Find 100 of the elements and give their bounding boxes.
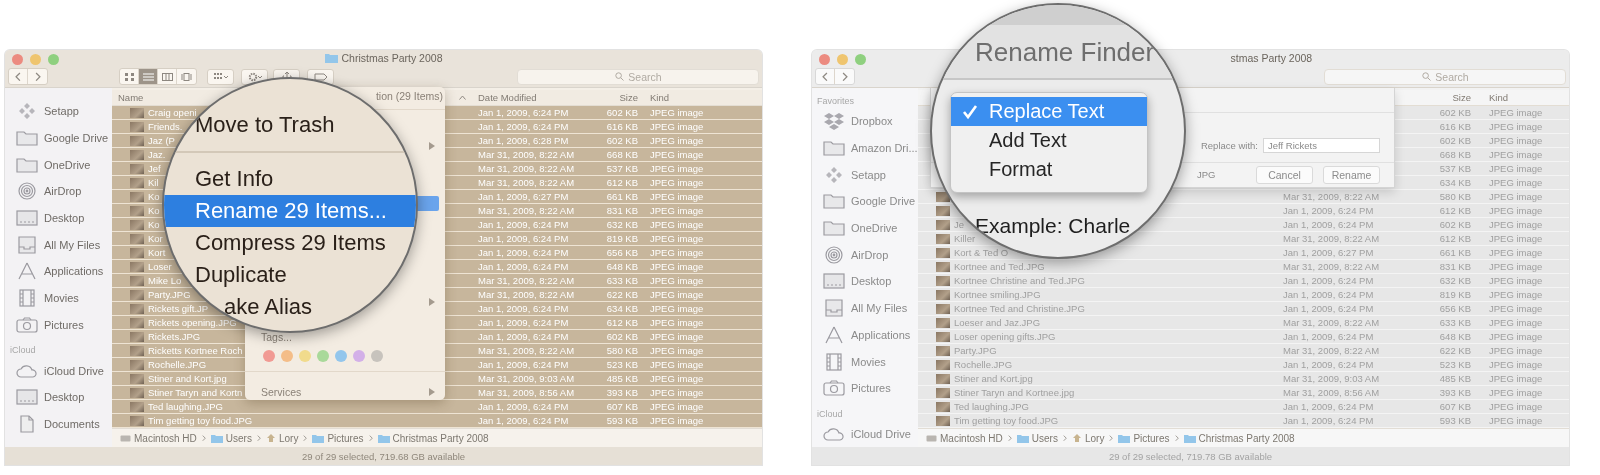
file-kind: JPEG image (1488, 303, 1543, 314)
file-name: Killer (954, 233, 976, 244)
date-modified: Mar 31, 2009, 8:22 AM (477, 289, 575, 300)
file-name: Loser opening gifts.JPG (954, 331, 1056, 342)
file-size: 668 KB (1439, 149, 1471, 160)
date-modified: Jan 1, 2009, 6:24 PM (477, 233, 569, 244)
date-modified: Jan 1, 2009, 6:24 PM (1282, 359, 1374, 370)
file-size: 648 KB (606, 261, 638, 272)
file-size: 537 KB (606, 163, 638, 174)
file-kind: JPEG image (649, 303, 704, 314)
file-size: 612 KB (1439, 205, 1471, 216)
file-name: Rickets.JPG (148, 331, 201, 342)
file-name: Ted laughing.JPG (148, 401, 223, 412)
file-kind: JPEG image (1488, 331, 1543, 342)
file-kind: JPEG image (1488, 415, 1543, 426)
file-size: 523 KB (606, 359, 638, 370)
file-size: 612 KB (1439, 233, 1471, 244)
date-modified: Mar 31, 2009, 8:22 AM (477, 149, 575, 160)
file-name: Stiner and Kort.jpg (954, 373, 1033, 384)
file-size: 602 KB (1439, 107, 1471, 118)
file-kind: JPEG image (649, 163, 704, 174)
file-kind: JPEG image (1488, 359, 1543, 370)
date-modified: Jan 1, 2009, 6:24 PM (477, 415, 569, 426)
file-kind: JPEG image (1488, 205, 1543, 216)
date-modified: Mar 31, 2009, 8:22 AM (477, 177, 575, 188)
file-name: Ko (148, 205, 160, 216)
file-size: 668 KB (606, 149, 638, 160)
date-modified: Jan 1, 2009, 6:24 PM (477, 261, 569, 272)
file-size: 648 KB (1439, 331, 1471, 342)
file-kind: JPEG image (1488, 135, 1543, 146)
file-name: Loser (148, 261, 172, 272)
file-kind: JPEG image (649, 219, 704, 230)
file-kind: JPEG image (649, 275, 704, 286)
file-kind: JPEG image (649, 317, 704, 328)
sidebar-heading: iCloud (9, 344, 37, 358)
date-modified: Jan 1, 2009, 6:24 PM (477, 219, 569, 230)
file-name: Stiner Taryn and Kortn (148, 387, 243, 398)
date-modified: Mar 31, 2009, 8:22 AM (1282, 261, 1380, 272)
file-size: 393 KB (1439, 387, 1471, 398)
file-size: 593 KB (1439, 415, 1471, 426)
file-kind: JPEG image (1488, 401, 1543, 412)
file-kind: JPEG image (1488, 107, 1543, 118)
file-size: 602 KB (1439, 135, 1471, 146)
file-size: 612 KB (606, 177, 638, 188)
file-size: 634 KB (606, 303, 638, 314)
date-modified: Jan 1, 2009, 6:24 PM (477, 331, 569, 342)
file-kind: JPEG image (1488, 219, 1543, 230)
date-modified: Jan 1, 2009, 6:24 PM (1282, 275, 1374, 286)
file-name: Ricketts Kortnee Roch (148, 345, 243, 356)
file-name: Party.JPG (954, 345, 997, 356)
file-size: 602 KB (606, 107, 638, 118)
file-kind: JPEG image (1488, 373, 1543, 384)
date-modified: Mar 31, 2009, 9:03 AM (1282, 373, 1380, 384)
file-kind: JPEG image (1488, 163, 1543, 174)
file-size: 537 KB (1439, 163, 1471, 174)
date-modified: Jan 1, 2009, 6:24 PM (1282, 303, 1374, 314)
file-kind: JPEG image (649, 135, 704, 146)
file-size: 831 KB (1439, 261, 1471, 272)
file-name: Party.JPG (148, 289, 191, 300)
file-kind: JPEG image (649, 359, 704, 370)
file-name: Mike Lo (148, 275, 182, 286)
date-modified: Jan 1, 2009, 6:24 PM (1282, 401, 1374, 412)
date-modified: Mar 31, 2009, 8:22 AM (1282, 191, 1380, 202)
window-title: stmas Party 2008 (1230, 52, 1313, 64)
date-modified: Jan 1, 2009, 6:27 PM (1282, 247, 1374, 258)
file-kind: JPEG image (1488, 149, 1543, 160)
file-kind: JPEG image (649, 205, 704, 216)
file-size: 602 KB (606, 135, 638, 146)
file-size: 632 KB (1439, 275, 1471, 286)
date-modified: Mar 31, 2009, 8:22 AM (477, 163, 575, 174)
date-modified: Jan 1, 2009, 6:24 PM (1282, 289, 1374, 300)
file-name: Ko (148, 191, 160, 202)
file-kind: JPEG image (649, 401, 704, 412)
file-size: 819 KB (606, 233, 638, 244)
date-modified: Jan 1, 2009, 6:24 PM (1282, 205, 1374, 216)
date-modified: Mar 31, 2009, 8:22 AM (477, 205, 575, 216)
file-size: 616 KB (1439, 121, 1471, 132)
dialog-title: Rename Finder (975, 37, 1155, 68)
date-modified: Jan 1, 2009, 6:24 PM (477, 317, 569, 328)
file-name: Kortnee Ted and Christine.JPG (954, 303, 1085, 314)
date-modified: Mar 31, 2009, 8:22 AM (477, 275, 575, 286)
status-text: 29 of 29 selected, 719.68 GB available (301, 450, 466, 462)
file-kind: JPEG image (649, 289, 704, 300)
file-size: 523 KB (1439, 359, 1471, 370)
file-name: Friends. (148, 121, 183, 132)
file-size: 634 KB (1439, 177, 1471, 188)
sidebar-heading: iCloud (816, 407, 844, 421)
file-kind: JPEG image (649, 121, 704, 132)
file-name: Rochelle.JPG (954, 359, 1013, 370)
file-kind: JPEG image (649, 149, 704, 160)
file-kind: JPEG image (649, 331, 704, 342)
date-modified: Mar 31, 2009, 8:56 AM (1282, 387, 1380, 398)
file-name: Kortnee Christine and Ted.JPG (954, 275, 1085, 286)
date-modified: Jan 1, 2009, 6:24 PM (477, 401, 569, 412)
file-name: Jaz. (148, 149, 166, 160)
date-modified: Mar 31, 2009, 8:22 AM (1282, 345, 1380, 356)
file-size: 602 KB (1439, 219, 1471, 230)
file-size: 580 KB (606, 345, 638, 356)
file-size: 622 KB (606, 289, 638, 300)
file-name: Kortnee and Ted.JPG (954, 261, 1045, 272)
